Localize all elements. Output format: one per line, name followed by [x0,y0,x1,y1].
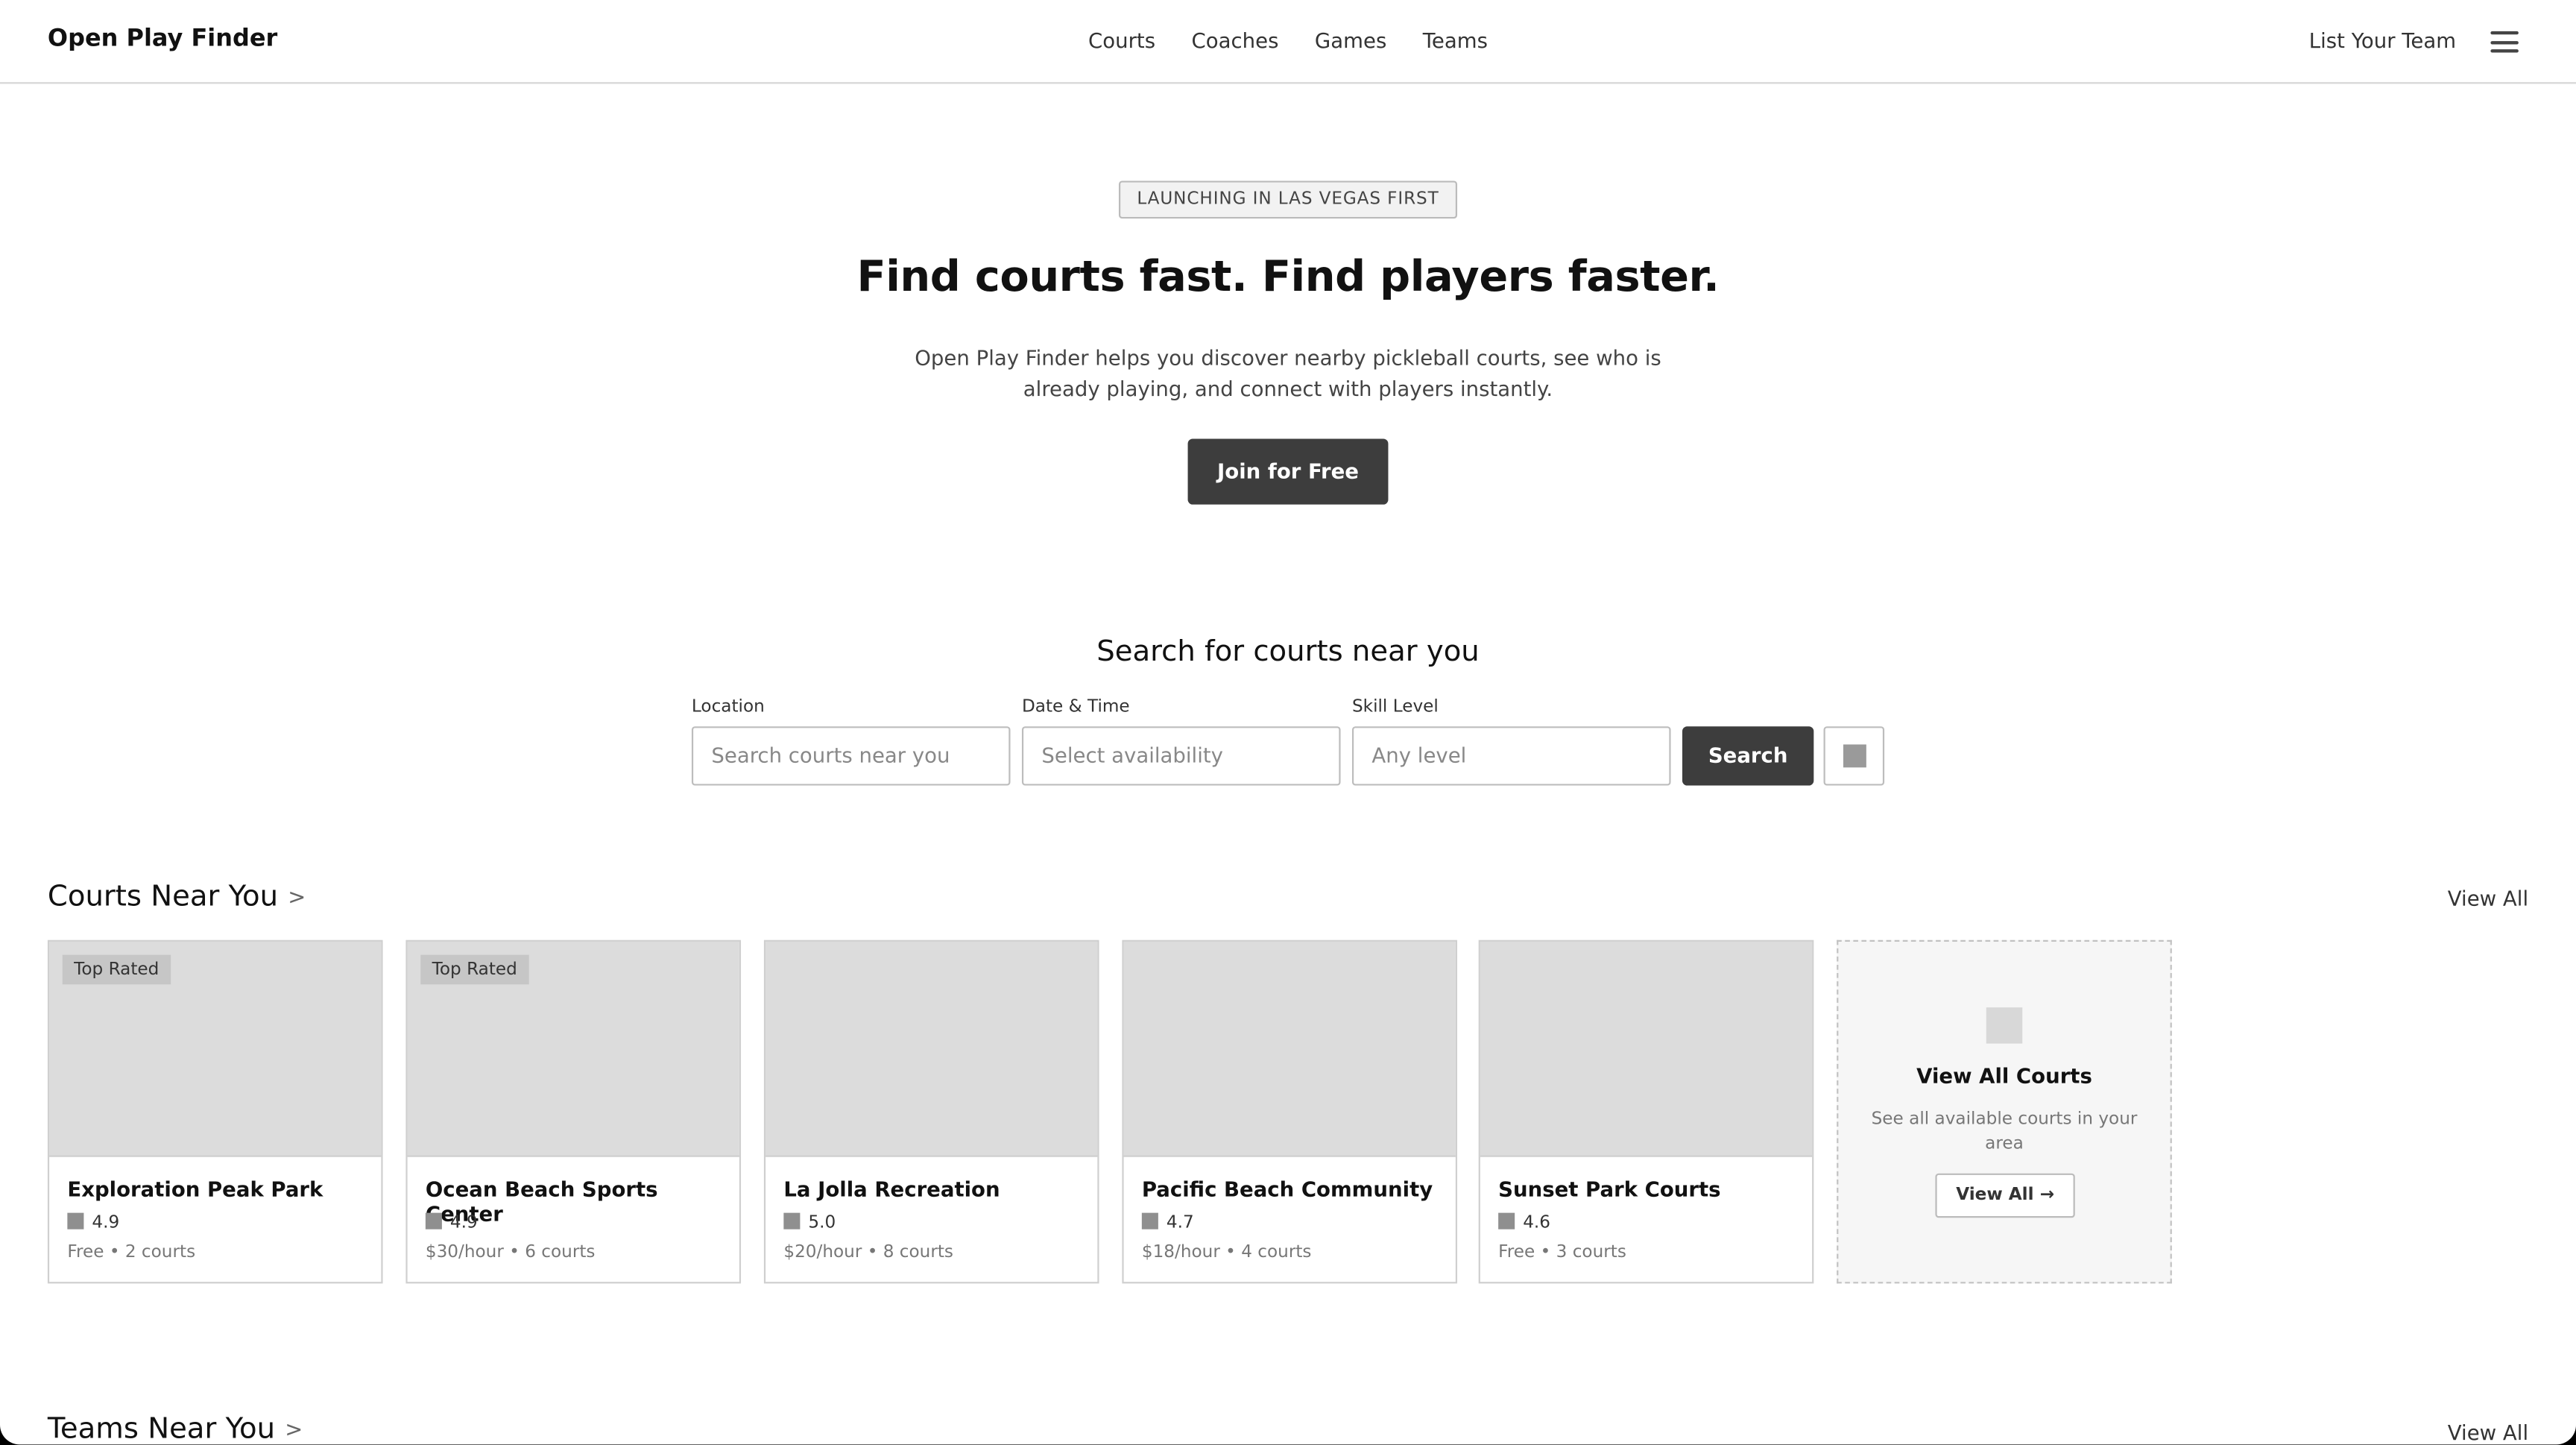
court-rating: 4.9 [67,1212,119,1232]
chevron-right-icon: > [285,1418,303,1444]
court-rating: 4.9 [425,1212,478,1232]
court-image [1123,941,1456,1157]
court-meta: $18/hour • 4 courts [1141,1242,1312,1262]
court-meta: $20/hour • 8 courts [783,1242,953,1262]
datetime-label: Date & Time [1021,696,1130,717]
nav-teams[interactable]: Teams [1423,28,1488,52]
nav-coaches[interactable]: Coaches [1192,28,1279,52]
hero-title: Find courts fast. Find players faster. [856,253,1720,303]
location-input[interactable]: Search courts near you [691,726,1011,786]
court-rating: 4.6 [1498,1212,1550,1232]
skill-level-label: Skill Level [1351,696,1439,717]
court-rating: 4.7 [1141,1212,1194,1232]
court-image [765,941,1098,1157]
star-icon [1141,1212,1158,1230]
teams-view-all-link[interactable]: View All [2448,1420,2528,1444]
teams-near-you-title: Teams Near You [47,1413,276,1445]
star-icon [425,1212,442,1230]
filter-button[interactable] [1823,726,1885,786]
hero-subtitle: Open Play Finder helps you discover near… [915,344,1661,400]
search-button[interactable]: Search [1682,726,1814,786]
list-your-team-link[interactable]: List Your Team [2309,28,2456,52]
court-card[interactable]: Top Rated Exploration Peak Park 4.9 Free… [47,939,383,1284]
search-section-title: Search for courts near you [1096,635,1480,670]
view-all-courts-title: View All Courts [1916,1063,2092,1089]
nav-courts[interactable]: Courts [1088,28,1155,52]
court-card[interactable]: Top Rated Ocean Beach Sports Center 4.9 … [405,939,742,1284]
main-nav: Courts Coaches Games Teams [0,28,2576,52]
datetime-input[interactable]: Select availability [1021,726,1341,786]
court-name: Pacific Beach Community [1141,1177,1433,1202]
top-rated-badge: Top Rated [420,954,529,985]
view-all-courts-card[interactable]: View All Courts See all available courts… [1837,939,2172,1284]
hamburger-menu-icon[interactable] [2490,31,2519,53]
court-meta: Free • 2 courts [67,1242,196,1262]
top-navigation-bar: Open Play Finder Courts Coaches Games Te… [0,0,2576,84]
launch-badge: LAUNCHING IN LAS VEGAS FIRST [1118,180,1458,219]
courts-near-you-heading[interactable]: Courts Near You > [48,881,306,913]
skill-level-select[interactable]: Any level [1351,726,1671,786]
court-meta: Free • 3 courts [1498,1242,1626,1262]
courts-near-you-title: Courts Near You [47,881,279,914]
join-for-free-button[interactable]: Join for Free [1187,438,1389,505]
court-image [1480,941,1813,1157]
top-rated-badge: Top Rated [62,954,171,985]
star-icon [783,1212,801,1230]
court-meta: $30/hour • 6 courts [425,1242,596,1262]
court-name: Sunset Park Courts [1498,1177,1721,1202]
star-icon [1498,1212,1515,1230]
location-label: Location [691,696,765,717]
court-rating: 5.0 [783,1212,836,1232]
teams-near-you-heading[interactable]: Teams Near You > [48,1414,303,1445]
filter-icon [1843,744,1866,768]
court-card[interactable]: La Jolla Recreation 5.0 $20/hour • 8 cou… [763,939,1099,1284]
court-card[interactable]: Sunset Park Courts 4.6 Free • 3 courts [1478,939,1814,1284]
view-all-courts-button[interactable]: View All → [1935,1173,2075,1218]
star-icon [67,1212,84,1230]
chevron-right-icon: > [288,886,306,911]
app-window: Open Play Finder Courts Coaches Games Te… [0,0,2576,1445]
court-name: La Jolla Recreation [783,1177,1000,1202]
image-placeholder-icon [1986,1007,2023,1044]
court-card[interactable]: Pacific Beach Community 4.7 $18/hour • 4… [1122,939,1458,1284]
courts-view-all-link[interactable]: View All [2448,886,2528,910]
court-name: Exploration Peak Park [67,1177,323,1202]
nav-games[interactable]: Games [1315,28,1386,52]
view-all-courts-description: See all available courts in your area [1871,1109,2138,1154]
